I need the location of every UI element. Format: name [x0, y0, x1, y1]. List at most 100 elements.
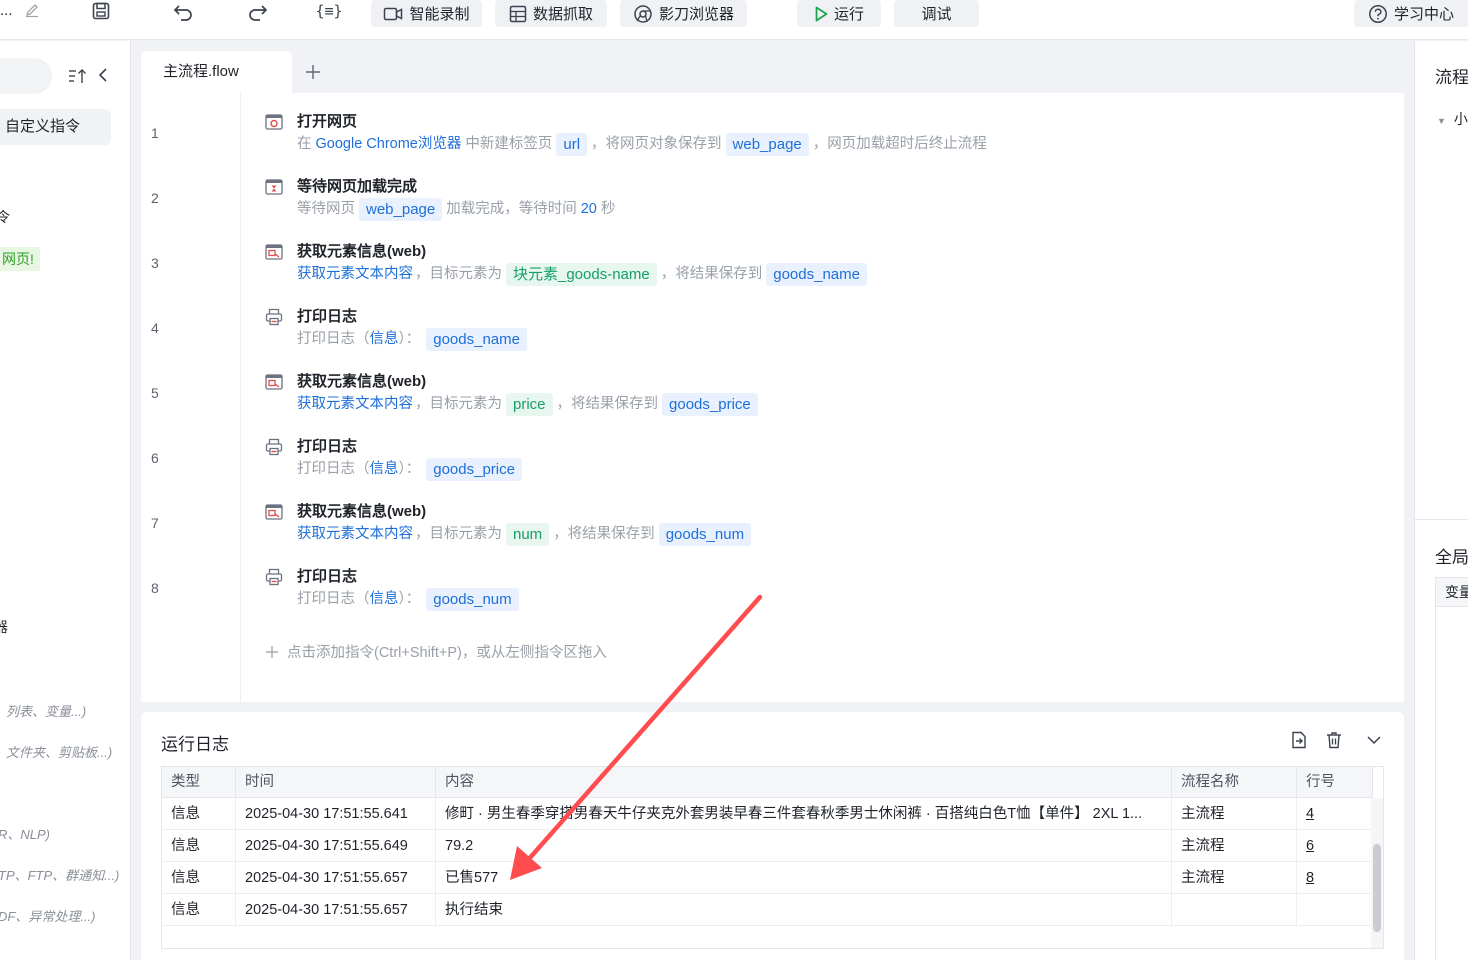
log-cell-line-link[interactable]: 8: [1297, 862, 1373, 894]
line-number: 3: [151, 255, 159, 271]
scrollbar-thumb[interactable]: [1373, 844, 1381, 932]
edit-icon[interactable]: [24, 2, 40, 18]
desc-text: ）：: [398, 591, 421, 607]
category-hint: TP、FTP、群通知...): [0, 868, 120, 883]
desc-text: ，将结果保存到: [553, 526, 655, 542]
variable-chip[interactable]: goods_num: [426, 587, 519, 611]
element-chip[interactable]: 块元素_goods-name: [506, 262, 657, 286]
command-search-input[interactable]: [0, 58, 52, 94]
smart-record-button[interactable]: 智能录制: [371, 0, 482, 27]
collapse-sidebar-icon[interactable]: [97, 67, 111, 85]
log-cell-type: 信息: [162, 894, 236, 926]
browser-button[interactable]: 影刀浏览器: [620, 0, 747, 27]
variable-chip[interactable]: web_page: [725, 132, 809, 156]
save-icon[interactable]: [89, 0, 113, 22]
add-command-hint[interactable]: 点击添加指令(Ctrl+Shift+P)，或从左侧指令区拖入: [265, 641, 607, 662]
variable-chip[interactable]: goods_price: [662, 392, 758, 416]
log-level-link[interactable]: 信息: [370, 587, 399, 611]
variable-chip[interactable]: goods_num: [658, 522, 752, 546]
column-header[interactable]: 类型: [162, 767, 236, 798]
column-header[interactable]: 行号: [1297, 767, 1373, 798]
step-title: 获取元素信息(web): [297, 373, 427, 390]
log-cell-content: 修町 · 男生春季穿搭男春天牛仔夹克外套男装早春三件套春秋季男士休闲裤 · 百搭…: [436, 798, 1172, 830]
log-cell-line-link[interactable]: 4: [1297, 798, 1373, 830]
print-log-icon: [265, 568, 283, 586]
timeout-value[interactable]: 20: [581, 197, 597, 221]
variable-chip[interactable]: goods_name: [766, 262, 867, 286]
line-number: 4: [151, 320, 159, 336]
desc-text: ，目标元素为: [415, 396, 502, 412]
sidebar-badge[interactable]: 网页!: [0, 247, 40, 271]
sort-icon[interactable]: [67, 67, 87, 85]
custom-commands-item[interactable]: 自定义指令: [0, 109, 111, 145]
element-chip[interactable]: num: [506, 522, 550, 546]
undo-icon[interactable]: [172, 0, 196, 22]
log-cell-line-link[interactable]: 6: [1297, 830, 1373, 862]
caret-down-icon: ▼: [1437, 116, 1446, 126]
learn-center-button[interactable]: 学习中心: [1354, 0, 1468, 27]
browser-icon: [634, 4, 652, 23]
desc-text: ）：: [398, 331, 421, 347]
debug-button[interactable]: 调试: [894, 0, 979, 27]
step-title: 打印日志: [297, 308, 358, 325]
step-title: 获取元素信息(web): [297, 243, 427, 260]
add-tab-icon[interactable]: [301, 60, 325, 84]
operation-link[interactable]: 获取元素文本内容: [297, 522, 413, 546]
desc-text: 秒: [600, 201, 616, 217]
variable-chip[interactable]: web_page: [359, 197, 443, 221]
run-button[interactable]: 运行: [797, 0, 881, 27]
step-title: 打开网页: [297, 113, 358, 130]
chevron-down-icon[interactable]: [1364, 730, 1384, 750]
print-log-icon: [265, 438, 283, 456]
log-table: 类型 时间 内容 流程名称 行号 信息 2025-04-30 17:51:55.…: [161, 766, 1384, 949]
column-header[interactable]: 内容: [436, 767, 1172, 798]
column-header[interactable]: 流程名称: [1172, 767, 1297, 798]
step-title: 获取元素信息(web): [297, 503, 427, 520]
flow-editor: 1 2 3 4 5 6 7 8 打开网页 在 Google Chrome浏览器 …: [141, 93, 1404, 702]
tab-main-flow[interactable]: 主流程.flow: [141, 51, 292, 93]
desc-text: 打印日志（: [297, 461, 370, 477]
play-icon: [815, 6, 828, 21]
sidebar-fragment[interactable]: 令: [0, 207, 10, 227]
category-hint: DF、异常处理...): [0, 909, 96, 924]
log-scrollbar[interactable]: [1371, 798, 1383, 948]
export-icon[interactable]: [1289, 730, 1309, 750]
log-cell-content: 已售577: [436, 862, 1172, 894]
variable-chip[interactable]: goods_name: [426, 327, 527, 351]
debug-label: 调试: [921, 6, 952, 23]
line-number: 5: [151, 385, 159, 401]
step-title: 等待网页加载完成: [297, 178, 418, 195]
log-level-link[interactable]: 信息: [370, 457, 399, 481]
desc-text: ，目标元素为: [415, 526, 502, 542]
variable-icon[interactable]: {≡}: [315, 0, 342, 22]
variable-chip[interactable]: url: [556, 132, 588, 156]
column-header[interactable]: 时间: [236, 767, 436, 798]
step-title: 打印日志: [297, 568, 358, 585]
line-number: 2: [151, 190, 159, 206]
category-hint: 文件夹、剪贴板...): [6, 745, 113, 760]
flow-panel-title: 流程: [1435, 68, 1468, 87]
browser-type-link[interactable]: Google Chrome浏览器: [316, 132, 462, 156]
line-number: 6: [151, 450, 159, 466]
log-cell-content: 79.2: [436, 830, 1172, 862]
element-chip[interactable]: price: [506, 392, 553, 416]
learn-center-label: 学习中心: [1393, 6, 1454, 23]
variable-chip[interactable]: goods_price: [426, 457, 522, 481]
log-cell-content: 执行结束: [436, 894, 1172, 926]
get-element-info-icon: [265, 243, 283, 261]
redo-icon[interactable]: [245, 0, 269, 22]
sidebar-fragment[interactable]: 器: [0, 617, 8, 637]
top-toolbar: ... {≡} 智能录制 数据抓取 影刀浏览器 运行 调试 学习中心: [0, 0, 1468, 40]
table-icon: [509, 5, 527, 22]
trash-icon[interactable]: [1324, 730, 1344, 750]
log-cell-line-link[interactable]: [1297, 894, 1373, 926]
log-level-link[interactable]: 信息: [370, 327, 399, 351]
variable-column-header: 变量: [1435, 577, 1468, 607]
desc-text: ，目标元素为: [415, 266, 502, 282]
operation-link[interactable]: 获取元素文本内容: [297, 262, 413, 286]
data-capture-button[interactable]: 数据抓取: [495, 0, 607, 27]
flow-tree-item[interactable]: ▼ 小: [1437, 109, 1468, 129]
line-number: 7: [151, 515, 159, 531]
log-cell-time: 2025-04-30 17:51:55.641: [236, 798, 436, 830]
operation-link[interactable]: 获取元素文本内容: [297, 392, 413, 416]
